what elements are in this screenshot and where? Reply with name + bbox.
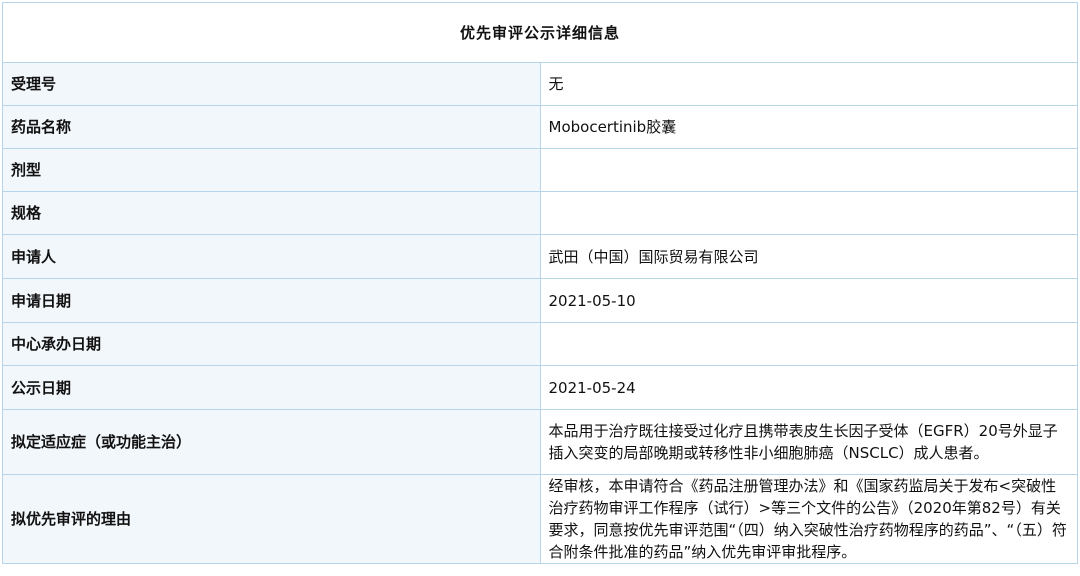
- row-label-dosage-form: 剂型: [2, 148, 541, 192]
- row-label-application-date: 申请日期: [2, 278, 541, 323]
- table-row: 申请日期 2021-05-10: [2, 278, 1078, 323]
- table-row: 拟定适应症（或功能主治） 本品用于治疗既往接受过化疗且携带表皮生长因子受体（EG…: [2, 409, 1078, 475]
- row-value-publicity-date: 2021-05-24: [539, 365, 1078, 410]
- table-row: 拟优先审评的理由 经审核，本申请符合《药品注册管理办法》和《国家药监局关于发布<…: [2, 474, 1078, 564]
- page-title: 优先审评公示详细信息: [2, 2, 1078, 63]
- row-value-indication: 本品用于治疗既往接受过化疗且携带表皮生长因子受体（EGFR）20号外显子插入突变…: [539, 409, 1078, 475]
- row-value-center-undertake-date: [539, 322, 1078, 366]
- row-label-priority-reason: 拟优先审评的理由: [2, 474, 541, 564]
- row-label-acceptance-number: 受理号: [2, 62, 541, 106]
- row-label-center-undertake-date: 中心承办日期: [2, 322, 541, 366]
- table-row: 中心承办日期: [2, 322, 1078, 366]
- row-value-specification: [539, 191, 1078, 235]
- table-row: 规格: [2, 191, 1078, 235]
- row-label-applicant: 申请人: [2, 234, 541, 279]
- title-row: 优先审评公示详细信息: [2, 2, 1078, 63]
- row-value-dosage-form: [539, 148, 1078, 192]
- row-label-publicity-date: 公示日期: [2, 365, 541, 410]
- row-label-indication: 拟定适应症（或功能主治）: [2, 409, 541, 475]
- row-value-priority-reason: 经审核，本申请符合《药品注册管理办法》和《国家药监局关于发布<突破性治疗药物审评…: [539, 474, 1078, 564]
- row-value-application-date: 2021-05-10: [539, 278, 1078, 323]
- row-value-applicant: 武田（中国）国际贸易有限公司: [539, 234, 1078, 279]
- table-row: 剂型: [2, 148, 1078, 192]
- row-value-drug-name: Mobocertinib胶囊: [539, 105, 1078, 149]
- table-row: 公示日期 2021-05-24: [2, 365, 1078, 410]
- detail-table: 优先审评公示详细信息 受理号 无 药品名称 Mobocertinib胶囊 剂型 …: [2, 2, 1078, 564]
- row-label-drug-name: 药品名称: [2, 105, 541, 149]
- table-row: 药品名称 Mobocertinib胶囊: [2, 105, 1078, 149]
- row-value-acceptance-number: 无: [539, 62, 1078, 106]
- row-label-specification: 规格: [2, 191, 541, 235]
- table-row: 受理号 无: [2, 62, 1078, 106]
- table-row: 申请人 武田（中国）国际贸易有限公司: [2, 234, 1078, 279]
